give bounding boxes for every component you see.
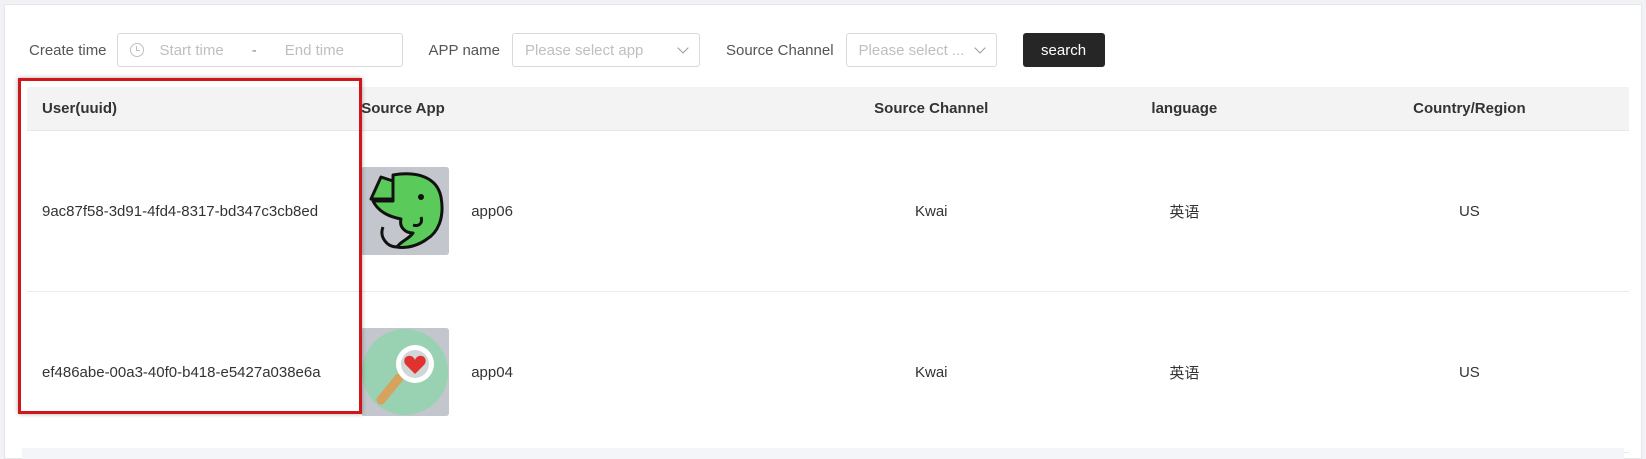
users-table: User(uuid) Source App Source Channel lan… (27, 87, 1629, 453)
header-language[interactable]: language (1059, 100, 1310, 117)
chevron-down-icon (677, 42, 689, 54)
date-range-picker[interactable]: Start time - End time (116, 33, 403, 67)
country-cell: US (1458, 363, 1480, 381)
content-panel: Create time Start time - End time APP na… (4, 4, 1642, 459)
table-row[interactable]: ef486abe-00a3-40f0-b418-e5427a038e6a app… (27, 292, 1629, 453)
range-separator: - (251, 41, 257, 59)
country-cell: US (1458, 202, 1480, 220)
language-cell: 英语 (1169, 364, 1200, 382)
channel-select[interactable]: Please select ... (845, 33, 997, 67)
language-cell: 英语 (1169, 203, 1200, 221)
app-select[interactable]: Please select app (511, 33, 700, 67)
table-row[interactable]: 9ac87f58-3d91-4fd4-8317-bd347c3cb8ed app… (27, 131, 1629, 292)
header-country-region[interactable]: Country/Region (1310, 100, 1629, 117)
channel-select-placeholder: Please select ... (858, 41, 965, 59)
start-time-input[interactable]: Start time (160, 42, 224, 59)
table-header: User(uuid) Source App Source Channel lan… (27, 87, 1629, 131)
search-button[interactable]: search (1022, 33, 1105, 67)
header-source-app[interactable]: Source App (361, 100, 803, 117)
app-name: app04 (471, 363, 513, 381)
app-name: app06 (471, 202, 513, 220)
elephant-icon[interactable] (361, 167, 450, 255)
source-channel-cell: Kwai (915, 202, 948, 220)
header-user-uuid[interactable]: User(uuid) (27, 100, 361, 117)
source-app-cell: app04 (361, 328, 803, 416)
filter-bar: Create time Start time - End time APP na… (29, 32, 1105, 68)
create-time-label: Create time (29, 41, 107, 59)
user-uuid-cell: ef486abe-00a3-40f0-b418-e5427a038e6a (42, 363, 321, 381)
header-source-channel[interactable]: Source Channel (804, 100, 1059, 117)
table-footer-strip (22, 448, 1624, 459)
end-time-input[interactable]: End time (285, 42, 344, 59)
app-name-label: APP name (428, 41, 500, 59)
app-select-placeholder: Please select app (524, 41, 644, 59)
clock-icon (129, 43, 144, 57)
source-channel-cell: Kwai (915, 363, 948, 381)
chevron-down-icon (973, 42, 986, 54)
source-app-cell: app06 (361, 167, 803, 255)
magnifier-heart-icon[interactable] (361, 328, 450, 416)
source-channel-label: Source Channel (725, 41, 834, 59)
user-uuid-cell: 9ac87f58-3d91-4fd4-8317-bd347c3cb8ed (42, 202, 319, 220)
